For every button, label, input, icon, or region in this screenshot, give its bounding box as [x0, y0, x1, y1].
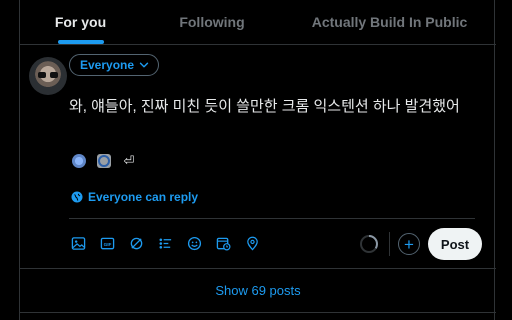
reply-setting-label: Everyone can reply — [88, 190, 199, 204]
svg-text:GIF: GIF — [104, 242, 112, 247]
extension-row: ⏎ — [72, 153, 136, 168]
avatar[interactable] — [29, 57, 67, 95]
active-tab-indicator — [57, 40, 104, 44]
timeline-column: For you Following Actually Build In Publ… — [19, 0, 496, 320]
toolbar-separator — [389, 232, 390, 256]
post-button[interactable]: Post — [428, 228, 482, 260]
tab-actually-build-in-public[interactable]: Actually Build In Public — [283, 0, 496, 44]
globe-icon[interactable] — [72, 154, 86, 168]
location-icon[interactable] — [243, 234, 262, 253]
composer-toolbar: GIF — [69, 234, 262, 253]
poll-icon[interactable] — [156, 234, 175, 253]
tab-label: Following — [179, 14, 245, 30]
show-new-posts-link[interactable]: Show 69 posts — [20, 269, 496, 312]
avatar-glasses — [38, 72, 58, 78]
tab-label: Actually Build In Public — [311, 14, 468, 30]
image-icon[interactable] — [69, 234, 88, 253]
emoji-icon[interactable] — [185, 234, 204, 253]
composer-divider — [69, 218, 475, 219]
extension-icon[interactable] — [97, 154, 111, 168]
grok-icon[interactable] — [127, 234, 146, 253]
reply-setting[interactable]: Everyone can reply — [71, 190, 198, 204]
add-post-button[interactable]: + — [398, 233, 420, 255]
chevron-down-icon — [139, 62, 149, 68]
audience-selector[interactable]: Everyone — [69, 54, 160, 76]
compose-text[interactable]: 와, 얘들아, 진짜 미친 듯이 쓸만한 크롬 익스텐션 하나 발견했어 — [69, 95, 460, 116]
return-arrow-icon[interactable]: ⏎ — [122, 153, 136, 168]
tab-for-you[interactable]: For you — [20, 0, 141, 44]
timeline-tabs: For you Following Actually Build In Publ… — [20, 0, 496, 45]
gif-icon[interactable]: GIF — [98, 234, 117, 253]
tab-following[interactable]: Following — [141, 0, 283, 44]
tab-label: For you — [54, 14, 107, 30]
globe-icon — [71, 191, 83, 203]
character-progress-ring — [360, 235, 378, 253]
feed-divider — [20, 312, 496, 313]
audience-label: Everyone — [80, 58, 135, 72]
schedule-icon[interactable] — [214, 234, 233, 253]
